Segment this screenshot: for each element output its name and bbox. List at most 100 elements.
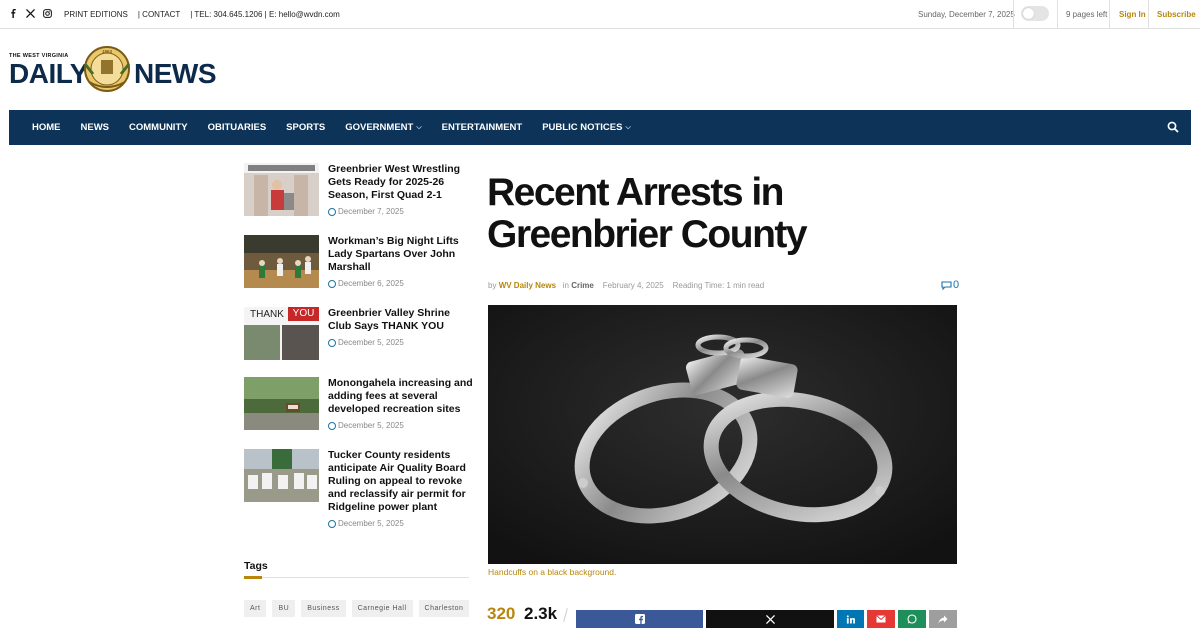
share-facebook-button[interactable]	[576, 610, 703, 628]
whatsapp-icon	[907, 614, 917, 624]
clock-icon	[328, 207, 336, 216]
author-link[interactable]: WV Daily News	[499, 281, 556, 290]
post-date: December 5, 2025	[328, 519, 404, 528]
tag-art[interactable]: Art	[244, 600, 267, 617]
featured-image	[488, 305, 957, 564]
tag-business[interactable]: Business	[301, 600, 346, 617]
thumb-text-you: YOU	[288, 307, 319, 321]
nav-item-home[interactable]: HOME	[32, 122, 61, 133]
article-headline: Recent Arrests in Greenbrier County	[487, 171, 808, 256]
facebook-icon[interactable]	[9, 9, 18, 18]
nav-item-obituaries[interactable]: OBITUARIES	[208, 122, 267, 133]
post-title[interactable]: Workman’s Big Night Lifts Lady Spartans …	[328, 235, 474, 274]
thumb-text-thank: THANK	[250, 309, 284, 320]
dark-mode-toggle[interactable]	[1021, 6, 1049, 21]
image-caption: Handcuffs on a black background.	[488, 567, 617, 577]
sidebar-post[interactable]: Greenbrier West Wrestling Gets Ready for…	[244, 163, 474, 218]
subscribe-link[interactable]: Subscribe	[1157, 10, 1196, 19]
share-more-button[interactable]	[929, 610, 957, 628]
logo-news: NEWS	[134, 58, 217, 89]
nav-label: OBITUARIES	[207, 122, 267, 133]
tags-underline-accent	[244, 576, 262, 579]
divider	[1057, 0, 1058, 28]
post-thumbnail[interactable]	[244, 377, 319, 430]
comments-link[interactable]: 0	[941, 279, 959, 291]
sidebar-post[interactable]: Workman’s Big Night Lifts Lady Spartans …	[244, 235, 474, 290]
x-icon[interactable]	[26, 9, 35, 18]
site-logo[interactable]: THE WEST VIRGINIA DAILY 1863 NEWS	[9, 44, 217, 94]
clock-icon	[328, 279, 336, 288]
post-date-text: December 5, 2025	[338, 519, 404, 528]
nav-item-public-notices[interactable]: PUBLIC NOTICES ⌵	[542, 122, 631, 133]
nav-item-entertainment[interactable]: ENTERTAINMENT	[442, 122, 523, 133]
comment-count: 0	[953, 279, 960, 291]
thumb-photo	[244, 325, 280, 360]
nav-label: COMMUNITY	[129, 122, 188, 133]
post-title[interactable]: Tucker County residents anticipate Air Q…	[328, 449, 474, 514]
divider	[1148, 0, 1149, 28]
sidebar-post[interactable]: Tucker County residents anticipate Air Q…	[244, 449, 474, 529]
tag-charleston[interactable]: Charleston	[418, 600, 470, 617]
toggle-knob	[1023, 8, 1034, 19]
nav-item-news[interactable]: NEWS	[81, 122, 110, 133]
share-x-button[interactable]	[706, 610, 834, 628]
post-date: December 5, 2025	[328, 338, 404, 347]
post-date-text: December 6, 2025	[338, 279, 404, 288]
logo-daily: DAILY	[9, 58, 88, 89]
post-thumbnail[interactable]	[244, 235, 319, 288]
post-date-text: December 5, 2025	[338, 421, 404, 430]
x-icon	[765, 614, 775, 624]
sidebar-post[interactable]: Monongahela increasing and adding fees a…	[244, 377, 474, 432]
post-thumbnail[interactable]	[244, 163, 319, 216]
tag-bu[interactable]: BU	[272, 600, 296, 617]
main-nav: HOME NEWS COMMUNITY OBITUARIES SPORTS GO…	[9, 110, 1191, 145]
share-email-button[interactable]	[867, 610, 895, 628]
post-thumbnail[interactable]	[244, 449, 319, 502]
chevron-down-icon: ⌵	[625, 123, 631, 131]
sign-in-link[interactable]: Sign In	[1119, 10, 1146, 19]
tag-carnegie-hall[interactable]: Carnegie Hall	[351, 600, 413, 617]
nav-label: SPORTS	[286, 122, 326, 133]
top-links: PRINT EDITIONS | CONTACT | TEL: 304.645.…	[64, 10, 340, 19]
nav-label: HOME	[32, 122, 61, 133]
nav-label: ENTERTAINMENT	[441, 122, 523, 133]
share-count: 320	[487, 604, 516, 623]
post-title[interactable]: Monongahela increasing and adding fees a…	[328, 377, 474, 416]
divider	[1013, 0, 1014, 28]
nav-items: HOME NEWS COMMUNITY OBITUARIES SPORTS GO…	[32, 110, 651, 145]
nav-label: PUBLIC NOTICES	[542, 122, 623, 133]
current-date: Sunday, December 7, 2025	[918, 10, 1015, 19]
category-link[interactable]: Crime	[571, 281, 594, 290]
nav-item-government[interactable]: GOVERNMENT ⌵	[345, 122, 421, 133]
post-title[interactable]: Greenbrier West Wrestling Gets Ready for…	[328, 163, 474, 202]
instagram-icon[interactable]	[43, 9, 52, 18]
search-icon[interactable]	[1167, 121, 1179, 133]
email-icon	[876, 615, 886, 623]
linkedin-icon	[846, 614, 855, 624]
contact-link[interactable]: | CONTACT	[138, 10, 180, 19]
print-editions-link[interactable]: PRINT EDITIONS	[64, 10, 128, 19]
meta-by: by	[488, 281, 497, 290]
chevron-down-icon: ⌵	[416, 123, 422, 131]
reading-time: Reading Time: 1 min read	[672, 281, 765, 290]
post-date: December 6, 2025	[328, 279, 404, 288]
contact-info: | TEL: 304.645.1206 | E: hello@wvdn.com	[190, 10, 340, 19]
post-title[interactable]: Greenbrier Valley Shrine Club Says THANK…	[328, 307, 474, 333]
article-meta: by WV Daily News in Crime February 4, 20…	[488, 281, 764, 290]
sidebar-post[interactable]: THANK YOU Greenbrier Valley Shrine Club …	[244, 307, 474, 362]
divider	[1109, 0, 1110, 28]
post-thumbnail[interactable]: THANK YOU	[244, 307, 319, 360]
nav-item-community[interactable]: COMMUNITY	[129, 122, 188, 133]
thumb-photo	[282, 325, 319, 360]
nav-item-sports[interactable]: SPORTS	[286, 122, 325, 133]
post-date-text: December 7, 2025	[338, 207, 404, 216]
tag-list: Art BU Business Carnegie Hall Charleston	[244, 600, 470, 617]
nav-label: NEWS	[80, 122, 110, 133]
facebook-icon	[634, 614, 645, 624]
share-whatsapp-button[interactable]	[898, 610, 926, 628]
view-count: 2.3k	[524, 604, 558, 623]
handcuffs-image	[488, 305, 957, 564]
share-linkedin-button[interactable]	[837, 610, 864, 628]
clock-icon	[328, 421, 336, 430]
article-date: February 4, 2025	[602, 281, 664, 290]
